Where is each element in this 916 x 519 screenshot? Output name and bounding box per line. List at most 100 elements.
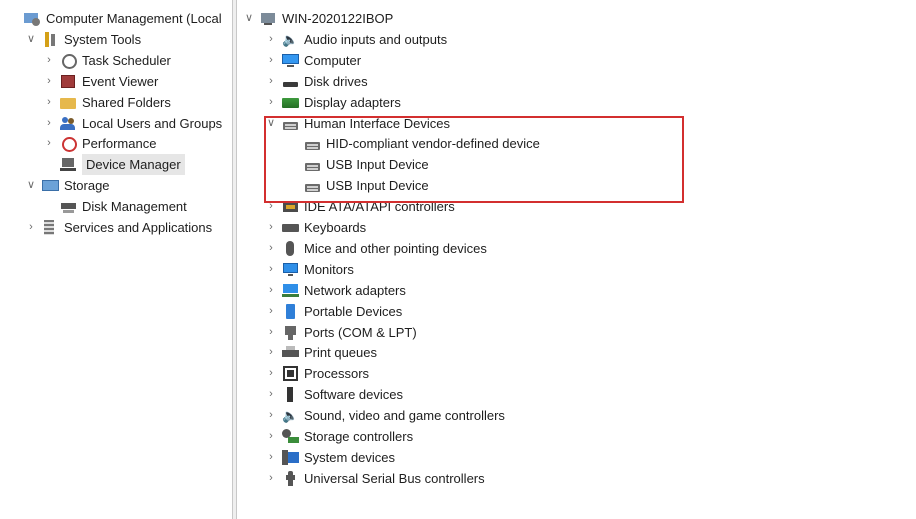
chevron-right-icon[interactable]: › [264,363,278,384]
chevron-right-icon[interactable]: › [24,217,38,238]
tree-item-mice-and-other-pointing-devices[interactable]: › Mice and other pointing devices [264,238,487,259]
chevron-right-icon[interactable]: › [264,29,278,50]
tree-item-label: USB Input Device [326,157,429,173]
tree-item-human-interface-devices[interactable]: ∨ Human Interface Devices [264,113,450,134]
tree-item-label: Storage controllers [304,429,414,444]
chevron-down-icon[interactable]: ∨ [264,113,278,134]
tree-item-performance[interactable]: › Performance [42,133,156,154]
tree-item-universal-serial-bus-controllers[interactable]: › Universal Serial Bus controllers [264,468,485,489]
tree-item-task-scheduler[interactable]: › Task Scheduler [42,50,171,71]
tree-item-label: Keyboards [304,220,367,235]
chevron-right-icon[interactable]: › [264,50,278,71]
tree-item-label: Print queues [304,345,377,361]
tree-item-network-adapters[interactable]: › Network adapters [264,280,406,301]
tree-item-label: HID-compliant vendor-defined device [326,136,540,152]
speaker-icon [282,405,299,426]
chevron-right-icon[interactable]: › [264,71,278,92]
chevron-right-icon[interactable]: › [264,92,278,113]
chevron-right-icon[interactable]: › [264,342,278,363]
chevron-right-icon[interactable]: › [264,280,278,301]
tree-item-label: Sound, video and game controllers [304,408,505,424]
chevron-right-icon[interactable]: › [42,133,56,154]
tree-item-print-queues[interactable]: › Print queues [264,342,377,363]
tree-item-event-viewer[interactable]: › Event Viewer [42,71,158,92]
hid-icon [304,136,321,151]
tree-item-label: Event Viewer [82,73,159,89]
tree-item-label: USB Input Device [326,178,429,194]
tree-item-computer-management-local[interactable]: Computer Management (Local [6,8,222,29]
tree-item-label: Human Interface Devices [304,115,450,131]
software-icon [282,387,299,403]
chevron-right-icon[interactable]: › [264,196,278,217]
tree-item-label: Storage [64,178,110,194]
chevron-right-icon[interactable]: › [42,71,56,92]
tree-item-device-manager[interactable]: Device Manager [42,154,185,176]
tree-item-local-users-and-groups[interactable]: › Local Users and Groups [42,113,222,134]
chevron-right-icon[interactable]: › [264,322,278,343]
chevron-right-icon[interactable]: › [264,384,278,405]
device-manager-icon [60,157,77,172]
tree-item-audio-inputs-and-outputs[interactable]: › Audio inputs and outputs [264,29,447,50]
tree-item-monitors[interactable]: › Monitors [264,259,354,280]
tree-item-label: IDE ATA/ATAPI controllers [304,199,455,215]
computer-icon [282,53,299,68]
chevron-right-icon[interactable]: › [264,447,278,468]
tree-item-sound-video-and-game-controllers[interactable]: › Sound, video and game controllers [264,405,505,426]
tree-item-portable-devices[interactable]: › Portable Devices [264,301,402,322]
tree-item-label: Local Users and Groups [82,115,223,131]
chevron-right-icon[interactable]: › [264,426,278,447]
tree-item-disk-drives[interactable]: › Disk drives [264,71,367,92]
tree-item-label: Portable Devices [304,303,403,319]
chevron-right-icon[interactable]: › [42,92,56,113]
chevron-down-icon[interactable]: ∨ [24,175,38,196]
console-tree-pane: Computer Management (Local ∨ System Tools ›… [0,0,232,519]
tree-item-label: WIN-2020122IBOP [282,11,394,26]
tree-item-usb-input-device[interactable]: USB Input Device [286,154,429,175]
keyboard-icon [282,220,299,235]
tree-item-computer[interactable]: › Computer [264,50,361,71]
tree-item-ports-com-lpt[interactable]: › Ports (COM & LPT) [264,322,417,343]
tree-item-display-adapters[interactable]: › Display adapters [264,92,401,113]
hid-icon [304,178,321,193]
chevron-right-icon[interactable]: › [264,259,278,280]
chevron-right-icon[interactable]: › [264,405,278,426]
tree-item-software-devices[interactable]: › Software devices [264,384,403,405]
host-icon [260,11,277,26]
chevron-right-icon[interactable]: › [264,468,278,489]
tree-item-system-devices[interactable]: › System devices [264,447,395,468]
tree-item-hid-compliant-vendor-defined-device[interactable]: HID-compliant vendor-defined device [286,133,540,154]
chevron-right-icon[interactable]: › [264,217,278,238]
users-icon [60,116,77,131]
usb-icon [282,470,299,486]
tree-item-storage[interactable]: ∨ Storage [24,175,110,196]
chevron-down-icon[interactable]: ∨ [24,29,38,50]
tree-item-services-and-applications[interactable]: › Services and Applications [24,217,212,238]
system-tools-icon [42,31,59,47]
cpu-icon [282,366,299,382]
portable-icon [282,303,299,319]
tree-item-label: Universal Serial Bus controllers [304,470,485,486]
chevron-right-icon[interactable]: › [264,238,278,259]
tree-item-label: System devices [304,449,396,465]
tree-item-win-2020122ibop[interactable]: ∨ WIN-2020122IBOP [242,8,393,29]
tree-item-ide-ata-atapi-controllers[interactable]: › IDE ATA/ATAPI controllers [264,196,455,217]
chevron-right-icon[interactable]: › [264,301,278,322]
pane-splitter[interactable] [232,0,237,519]
tree-item-disk-management[interactable]: Disk Management [42,196,187,217]
chevron-right-icon[interactable]: › [42,50,56,71]
chevron-down-icon[interactable]: ∨ [242,8,256,29]
tree-item-label: System Tools [64,31,142,47]
tree-item-label: Computer [304,52,362,68]
chevron-right-icon[interactable]: › [42,113,56,134]
clock-icon [60,53,77,69]
storage-controller-icon [282,429,299,444]
tree-item-shared-folders[interactable]: › Shared Folders [42,92,171,113]
shared-folders-icon [60,95,77,110]
tree-item-processors[interactable]: › Processors [264,363,369,384]
device-tree-pane: ∨ WIN-2020122IBOP › Audio inputs and output… [238,0,916,519]
tree-item-keyboards[interactable]: › Keyboards [264,217,366,238]
tree-item-label: Device Manager [82,154,185,176]
tree-item-storage-controllers[interactable]: › Storage controllers [264,426,413,447]
tree-item-usb-input-device[interactable]: USB Input Device [286,175,429,196]
tree-item-system-tools[interactable]: ∨ System Tools [24,29,141,50]
